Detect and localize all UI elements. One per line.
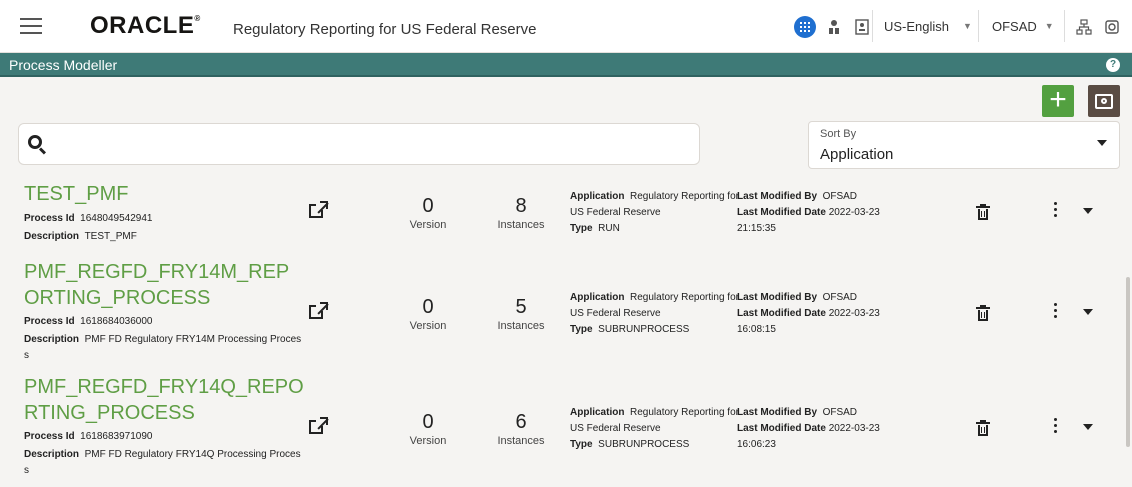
delete-icon[interactable] (976, 204, 990, 221)
search-icon[interactable] (28, 135, 47, 155)
chevron-down-icon[interactable] (1083, 424, 1093, 430)
instances-count: 6 Instances (497, 411, 545, 447)
process-id: Process Id 1618683971090 (24, 431, 153, 442)
open-external-icon[interactable] (308, 301, 329, 321)
kebab-icon[interactable] (1052, 202, 1058, 220)
header-divider (978, 10, 979, 42)
app-header: ORACLE® Regulatory Reporting for US Fede… (0, 0, 1132, 53)
version-count: 0 Version (409, 195, 447, 231)
application-info: Application Regulatory Reporting for US F… (570, 191, 739, 234)
kebab-icon[interactable] (1052, 418, 1058, 436)
user-org-icon[interactable] (824, 17, 844, 37)
chevron-down-icon[interactable] (1083, 309, 1093, 315)
modified-info: Last Modified By OFSAD Last Modified Date… (737, 191, 880, 234)
screen-icon[interactable] (1088, 85, 1120, 117)
version-count: 0 Version (409, 296, 447, 332)
sort-by-value: Application (820, 146, 894, 163)
header-divider (1064, 10, 1065, 42)
content-area: + Sort By Application TEST_PMF Process I… (0, 77, 1132, 487)
process-name-link[interactable]: TEST_PMF (24, 181, 304, 207)
modified-info: Last Modified By OFSAD Last Modified Date… (737, 292, 880, 335)
menu-icon[interactable] (20, 18, 42, 34)
search-bar (18, 123, 700, 165)
user-value: OFSAD (992, 18, 1037, 34)
instances-count: 8 Instances (497, 195, 545, 231)
open-external-icon[interactable] (308, 200, 329, 220)
module-bar: Process Modeller ? (0, 53, 1132, 77)
user-select[interactable]: OFSAD ▼ (992, 14, 1054, 38)
delete-icon[interactable] (976, 420, 990, 437)
process-description: Description TEST_PMF (24, 231, 137, 242)
application-info: Application Regulatory Reporting for US F… (570, 292, 739, 335)
version-count: 0 Version (409, 411, 447, 447)
process-name-link[interactable]: PMF_REGFD_FRY14M_REPORTING_PROCESS (24, 259, 304, 311)
logo-text: ORACLE (90, 12, 195, 39)
language-select[interactable]: US-English ▼ (884, 14, 972, 38)
process-id: Process Id 1618684036000 (24, 316, 153, 327)
process-id: Process Id 1648049542941 (24, 213, 153, 224)
application-info: Application Regulatory Reporting for US F… (570, 407, 739, 450)
chevron-down-icon (1097, 140, 1107, 146)
settings-icon[interactable] (1102, 17, 1122, 37)
process-description: Description PMF FD Regulatory FRY14Q Pro… (24, 449, 301, 476)
search-input[interactable] (59, 132, 679, 156)
chevron-down-icon[interactable] (1083, 208, 1093, 214)
instances-count: 5 Instances (497, 296, 545, 332)
open-external-icon[interactable] (308, 416, 329, 436)
app-title: Regulatory Reporting for US Federal Rese… (233, 21, 537, 38)
help-icon[interactable]: ? (1106, 58, 1120, 72)
header-divider (872, 10, 873, 42)
sort-by-label: Sort By (820, 128, 857, 140)
network-icon[interactable] (1074, 17, 1094, 37)
modified-info: Last Modified By OFSAD Last Modified Date… (737, 407, 880, 450)
delete-icon[interactable] (976, 305, 990, 322)
oracle-logo: ORACLE® (90, 12, 201, 39)
chevron-down-icon: ▼ (963, 21, 972, 31)
process-description: Description PMF FD Regulatory FRY14M Pro… (24, 334, 302, 361)
apps-grid-icon[interactable] (794, 16, 816, 38)
module-title: Process Modeller (9, 57, 118, 73)
process-name-link[interactable]: PMF_REGFD_FRY14Q_REPORTING_PROCESS (24, 374, 304, 426)
language-value: US-English (884, 18, 950, 34)
vertical-scrollbar[interactable] (1126, 277, 1130, 447)
chevron-down-icon: ▼ (1044, 21, 1054, 31)
contact-card-icon[interactable] (852, 17, 872, 37)
kebab-icon[interactable] (1052, 303, 1058, 321)
add-process-button[interactable]: + (1042, 85, 1074, 117)
sort-by-select[interactable]: Sort By Application (808, 121, 1120, 169)
